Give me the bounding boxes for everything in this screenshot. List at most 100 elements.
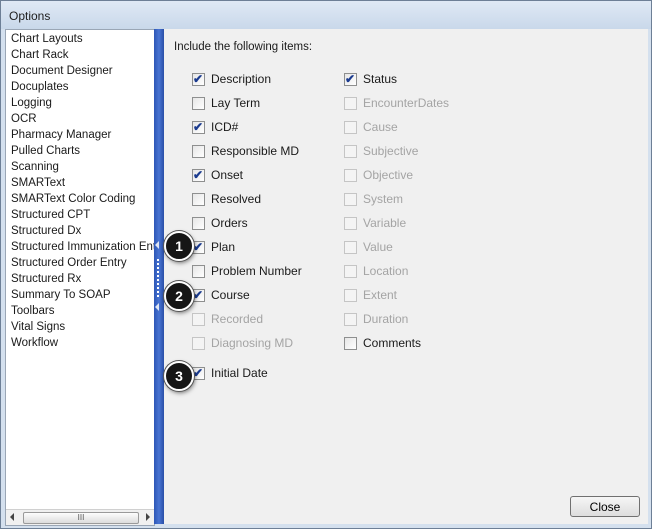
- options-panel: Include the following items: ✔ Descriptio…: [164, 29, 648, 524]
- checkbox-label: Description: [211, 72, 272, 86]
- checkbox-lay-term[interactable]: Lay Term: [192, 95, 260, 111]
- sidebar-item-ocr[interactable]: OCR: [11, 111, 154, 127]
- checkbox-label: Onset: [211, 168, 244, 182]
- sidebar-item-structured-dx[interactable]: Structured Dx: [11, 223, 154, 239]
- checkbox-box: [192, 312, 205, 326]
- checkbox-box[interactable]: [192, 216, 205, 230]
- checkbox-label: Course: [211, 288, 250, 302]
- checkbox-box[interactable]: ✔: [192, 366, 205, 380]
- checkbox-problem-number[interactable]: Problem Number: [192, 263, 302, 279]
- checkbox-encounterdates: EncounterDates: [344, 95, 449, 111]
- options-category-list[interactable]: Chart Layouts Chart Rack Document Designer…: [5, 29, 155, 526]
- panel-splitter[interactable]: [154, 29, 164, 524]
- checkbox-box[interactable]: ✔: [192, 71, 205, 86]
- category-items: Chart Layouts Chart Rack Document Designer…: [11, 31, 154, 351]
- checkbox-box[interactable]: [192, 192, 205, 206]
- callout-badge: 1: [164, 231, 194, 261]
- checkmark-icon: ✔: [345, 71, 356, 86]
- sidebar-item-chart-layouts[interactable]: Chart Layouts: [11, 31, 154, 47]
- checkbox-box[interactable]: [192, 96, 205, 110]
- window-title: Options: [9, 9, 51, 23]
- checkbox-location: Location: [344, 263, 408, 279]
- callout-badge: 2: [164, 281, 194, 311]
- checkbox-box[interactable]: ✔: [344, 71, 357, 86]
- sidebar-item-structured-immunization-entry[interactable]: Structured Immunization Entry: [11, 239, 154, 255]
- checkbox-label: EncounterDates: [363, 96, 450, 110]
- splitter-arrow-icon[interactable]: [155, 303, 159, 311]
- checkbox-label: Orders: [211, 216, 248, 230]
- checkbox-duration: Duration: [344, 311, 408, 327]
- checkbox-variable: Variable: [344, 215, 406, 231]
- checkbox-box: [344, 96, 357, 110]
- checkbox-label: Lay Term: [211, 96, 261, 110]
- scroll-left-icon[interactable]: [10, 513, 14, 521]
- sidebar-item-pharmacy-manager[interactable]: Pharmacy Manager: [11, 127, 154, 143]
- checkbox-label: Subjective: [363, 144, 419, 158]
- checkbox-box: [344, 240, 357, 254]
- close-button[interactable]: Close: [570, 496, 640, 517]
- checkbox-box: [344, 192, 357, 206]
- sidebar-item-summary-to-soap[interactable]: Summary To SOAP: [11, 287, 154, 303]
- checkbox-plan[interactable]: ✔ Plan: [192, 239, 235, 255]
- checkbox-course[interactable]: ✔ Course: [192, 287, 250, 303]
- title-bar: Options: [1, 1, 651, 29]
- sidebar-item-chart-rack[interactable]: Chart Rack: [11, 47, 154, 63]
- sidebar-item-docuplates[interactable]: Docuplates: [11, 79, 154, 95]
- checkbox-diagnosing-md: Diagnosing MD: [192, 335, 293, 351]
- sidebar-item-structured-cpt[interactable]: Structured CPT: [11, 207, 154, 223]
- checkbox-label: Variable: [363, 216, 407, 230]
- checkbox-icd[interactable]: ✔ ICD#: [192, 119, 238, 135]
- checkbox-box[interactable]: [192, 264, 205, 278]
- checkbox-comments[interactable]: Comments: [344, 335, 421, 351]
- sidebar-item-workflow[interactable]: Workflow: [11, 335, 154, 351]
- checkbox-label: Duration: [363, 312, 409, 326]
- checkbox-box[interactable]: ✔: [192, 167, 205, 182]
- sidebar-item-logging[interactable]: Logging: [11, 95, 154, 111]
- checkbox-subjective: Subjective: [344, 143, 418, 159]
- checkbox-box[interactable]: [344, 336, 357, 350]
- checkbox-description[interactable]: ✔ Description: [192, 71, 271, 87]
- checkbox-recorded: Recorded: [192, 311, 263, 327]
- scroll-right-icon[interactable]: [146, 513, 150, 521]
- checkbox-box[interactable]: [192, 144, 205, 158]
- checkbox-label: Cause: [363, 120, 398, 134]
- sidebar-item-structured-rx[interactable]: Structured Rx: [11, 271, 154, 287]
- sidebar-item-smartext-color-coding[interactable]: SMARText Color Coding: [11, 191, 154, 207]
- sidebar-item-smartext[interactable]: SMARText: [11, 175, 154, 191]
- sidebar-item-scanning[interactable]: Scanning: [11, 159, 154, 175]
- checkbox-extent: Extent: [344, 287, 397, 303]
- splitter-grip-icon[interactable]: [157, 259, 162, 297]
- checkbox-responsible-md[interactable]: Responsible MD: [192, 143, 299, 159]
- checkbox-label: ICD#: [211, 120, 239, 134]
- checkbox-label: Initial Date: [211, 366, 268, 380]
- checkbox-orders[interactable]: Orders: [192, 215, 248, 231]
- checkbox-status[interactable]: ✔ Status: [344, 71, 397, 87]
- sidebar-item-document-designer[interactable]: Document Designer: [11, 63, 154, 79]
- checkmark-icon: ✔: [193, 287, 204, 302]
- sidebar-item-structured-order-entry[interactable]: Structured Order Entry: [11, 255, 154, 271]
- checkmark-icon: ✔: [193, 71, 204, 86]
- checkbox-label: Recorded: [211, 312, 264, 326]
- checkbox-box: [344, 264, 357, 278]
- checkmark-icon: ✔: [193, 167, 204, 182]
- splitter-arrow-icon[interactable]: [155, 241, 159, 249]
- checkbox-label: Extent: [363, 288, 398, 302]
- checkbox-value: Value: [344, 239, 393, 255]
- checkmark-icon: ✔: [193, 239, 204, 254]
- sidebar-item-vital-signs[interactable]: Vital Signs: [11, 319, 154, 335]
- scroll-thumb[interactable]: III: [23, 512, 139, 524]
- sidebar-item-pulled-charts[interactable]: Pulled Charts: [11, 143, 154, 159]
- horizontal-scrollbar[interactable]: III: [6, 509, 154, 525]
- checkbox-initial-date[interactable]: ✔ Initial Date: [192, 365, 268, 381]
- checkbox-label: Location: [363, 264, 409, 278]
- include-items-heading: Include the following items:: [174, 41, 313, 53]
- checkbox-box[interactable]: ✔: [192, 120, 205, 134]
- sidebar-item-toolbars[interactable]: Toolbars: [11, 303, 154, 319]
- checkbox-resolved[interactable]: Resolved: [192, 191, 261, 207]
- checkbox-box: [344, 312, 357, 326]
- checkbox-objective: Objective: [344, 167, 413, 183]
- checkbox-label: System: [363, 192, 404, 206]
- checkbox-onset[interactable]: ✔ Onset: [192, 167, 243, 183]
- checkbox-label: Diagnosing MD: [211, 336, 294, 350]
- checkbox-box: [192, 336, 205, 350]
